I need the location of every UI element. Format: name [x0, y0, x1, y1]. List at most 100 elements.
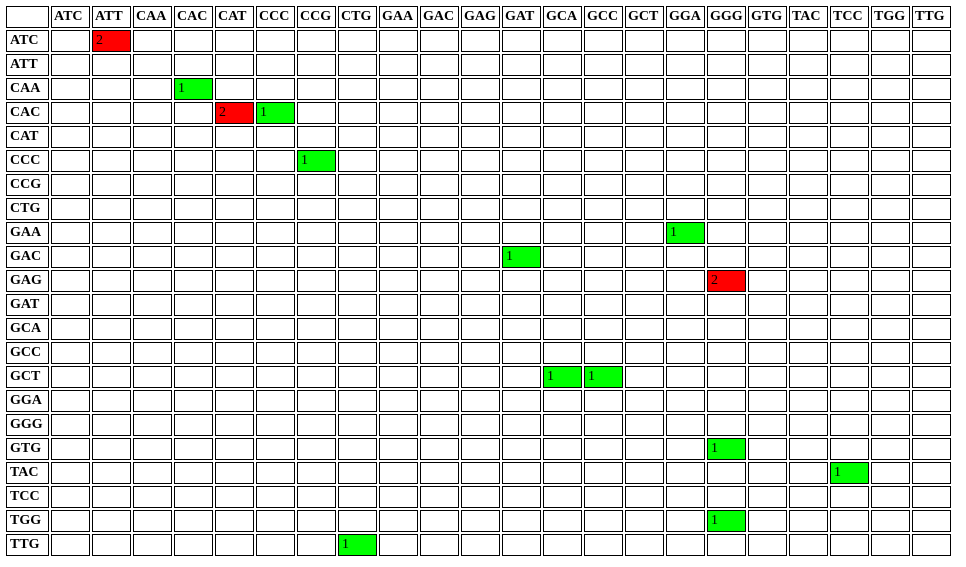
- cell-cac-tac: [789, 102, 828, 124]
- cell-ctg-ccc: [256, 198, 295, 220]
- cell-tcc-gct: [625, 486, 664, 508]
- cell-ggg-gca: [543, 414, 582, 436]
- cell-gga-att: [92, 390, 131, 412]
- col-header-tcc: TCC: [830, 6, 869, 28]
- cell-att-gga: [666, 54, 705, 76]
- cell-gcc-gac: [420, 342, 459, 364]
- row-header-ccg: CCG: [6, 174, 49, 196]
- cell-ccc-gga: [666, 150, 705, 172]
- col-header-ccc: CCC: [256, 6, 295, 28]
- codon-matrix-table: ATCATTCAACACCATCCCCCGCTGGAAGACGAGGATGCAG…: [4, 4, 953, 558]
- cell-gac-ttg: [912, 246, 951, 268]
- col-header-att: ATT: [92, 6, 131, 28]
- cell-tcc-gga: [666, 486, 705, 508]
- cell-cat-ccg: [297, 126, 336, 148]
- cell-gac-ccc: [256, 246, 295, 268]
- cell-tgg-ccg: [297, 510, 336, 532]
- cell-tcc-cac: [174, 486, 213, 508]
- cell-value: 2: [710, 273, 718, 288]
- cell-gac-caa: [133, 246, 172, 268]
- cell-tgg-cat: [215, 510, 254, 532]
- cell-ccc-ctg: [338, 150, 377, 172]
- cell-tcc-tgg: [871, 486, 910, 508]
- cell-ctg-att: [92, 198, 131, 220]
- cell-gag-gca: [543, 270, 582, 292]
- cell-gcc-gaa: [379, 342, 418, 364]
- cell-gat-tgg: [871, 294, 910, 316]
- cell-gat-gga: [666, 294, 705, 316]
- cell-gac-cac: [174, 246, 213, 268]
- cell-cac-att: [92, 102, 131, 124]
- cell-cat-cat: [215, 126, 254, 148]
- row-header-tgg: TGG: [6, 510, 49, 532]
- table-row: CAC21: [6, 102, 951, 124]
- cell-ttg-gtg: [748, 534, 787, 556]
- cell-att-gct: [625, 54, 664, 76]
- row-header-gtg: GTG: [6, 438, 49, 460]
- cell-ttg-ccc: [256, 534, 295, 556]
- cell-cac-tcc: [830, 102, 869, 124]
- cell-att-gat: [502, 54, 541, 76]
- cell-ttg-gaa: [379, 534, 418, 556]
- cell-ttg-ctg: 1: [338, 534, 377, 556]
- row-header-gaa: GAA: [6, 222, 49, 244]
- cell-gct-tac: [789, 366, 828, 388]
- cell-gcc-tgg: [871, 342, 910, 364]
- cell-tac-gcc: [584, 462, 623, 484]
- cell-att-ggg: [707, 54, 746, 76]
- cell-ccc-tcc: [830, 150, 869, 172]
- cell-atc-ggg: [707, 30, 746, 52]
- cell-gtg-gag: [461, 438, 500, 460]
- cell-tcc-gag: [461, 486, 500, 508]
- cell-ggg-att: [92, 414, 131, 436]
- cell-gag-ccc: [256, 270, 295, 292]
- cell-gat-caa: [133, 294, 172, 316]
- cell-gat-atc: [51, 294, 90, 316]
- cell-ttg-gga: [666, 534, 705, 556]
- cell-ttg-gat: [502, 534, 541, 556]
- cell-tcc-cat: [215, 486, 254, 508]
- cell-ctg-tac: [789, 198, 828, 220]
- row-header-ctg: CTG: [6, 198, 49, 220]
- cell-cac-tgg: [871, 102, 910, 124]
- cell-tgg-gaa: [379, 510, 418, 532]
- cell-ccc-gaa: [379, 150, 418, 172]
- cell-cat-tac: [789, 126, 828, 148]
- cell-gag-gcc: [584, 270, 623, 292]
- table-row: GCC: [6, 342, 951, 364]
- cell-att-gac: [420, 54, 459, 76]
- cell-ccg-ccg: [297, 174, 336, 196]
- cell-gat-gac: [420, 294, 459, 316]
- cell-tgg-atc: [51, 510, 90, 532]
- cell-tgg-tgg: [871, 510, 910, 532]
- cell-gaa-gca: [543, 222, 582, 244]
- cell-ccg-cac: [174, 174, 213, 196]
- cell-gat-att: [92, 294, 131, 316]
- cell-caa-ccg: [297, 78, 336, 100]
- cell-ttg-atc: [51, 534, 90, 556]
- col-header-gat: GAT: [502, 6, 541, 28]
- cell-ccg-tac: [789, 174, 828, 196]
- cell-atc-ccg: [297, 30, 336, 52]
- cell-cat-tcc: [830, 126, 869, 148]
- cell-gct-ctg: [338, 366, 377, 388]
- cell-tac-gag: [461, 462, 500, 484]
- cell-value: 1: [669, 225, 677, 240]
- cell-value: 1: [587, 369, 595, 384]
- cell-gga-caa: [133, 390, 172, 412]
- cell-gat-cac: [174, 294, 213, 316]
- table-row: GCA: [6, 318, 951, 340]
- cell-tac-cat: [215, 462, 254, 484]
- cell-atc-tgg: [871, 30, 910, 52]
- cell-gac-att: [92, 246, 131, 268]
- cell-ccg-att: [92, 174, 131, 196]
- cell-ttg-cat: [215, 534, 254, 556]
- cell-gat-gcc: [584, 294, 623, 316]
- cell-value: 1: [833, 465, 841, 480]
- cell-cac-ccg: [297, 102, 336, 124]
- table-row: GAA 1: [6, 222, 951, 244]
- row-header-ttg: TTG: [6, 534, 49, 556]
- cell-gct-ggg: [707, 366, 746, 388]
- cell-tac-tcc: 1: [830, 462, 869, 484]
- cell-gct-ttg: [912, 366, 951, 388]
